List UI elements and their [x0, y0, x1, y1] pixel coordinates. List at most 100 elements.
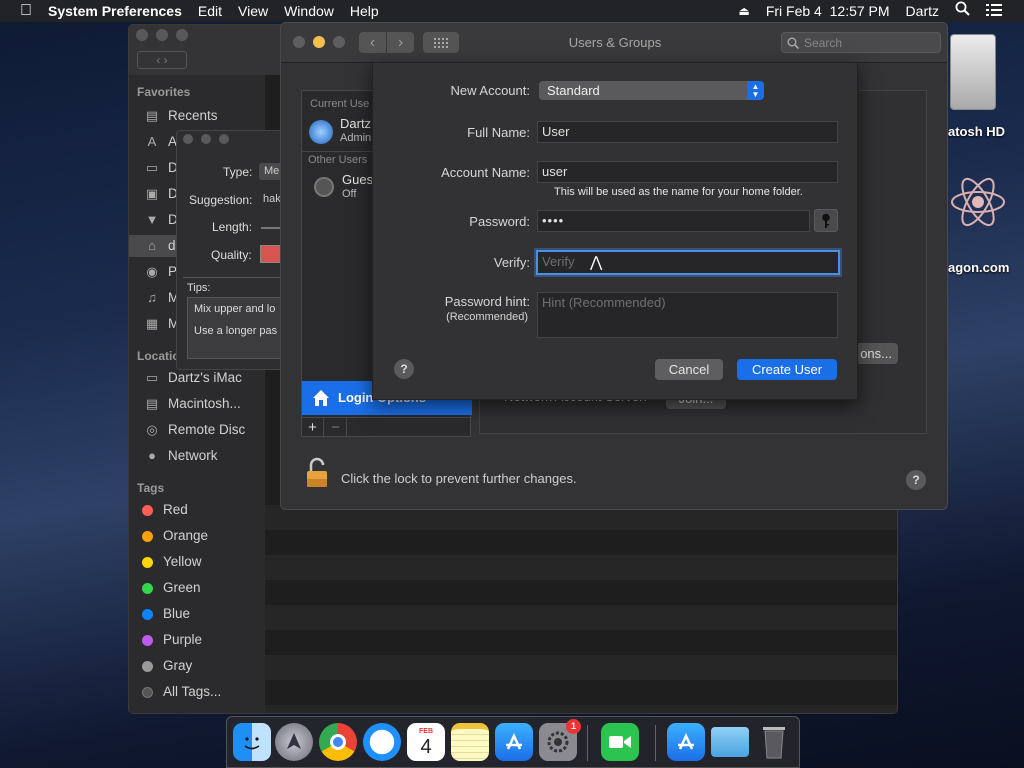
sidebar-item-applications[interactable]: AA: [143, 131, 177, 153]
tag-all-tags[interactable]: All Tags...: [137, 681, 221, 703]
pa-suggestion-label: Suggestion:: [189, 193, 253, 207]
lock-icon[interactable]: [305, 457, 329, 489]
tag-gray[interactable]: Gray: [137, 655, 192, 677]
finder-close-button[interactable]: [136, 29, 148, 41]
tag-red[interactable]: Red: [137, 499, 188, 521]
password-hint-sublabel: (Recommended): [446, 311, 528, 323]
sidebar-item-macintosh-hd[interactable]: ▤ Macintosh...: [143, 393, 241, 415]
downloads-folder-dock-icon[interactable]: [711, 727, 749, 757]
calendar-day: 4: [420, 735, 432, 758]
favorites-header: Favorites: [137, 85, 191, 99]
sidebar-item-recents[interactable]: ▤ Recents: [143, 105, 218, 127]
search-icon: [787, 37, 799, 49]
sidebar-item-pictures[interactable]: ◉ P: [143, 261, 177, 283]
password-field[interactable]: ••••: [537, 210, 810, 232]
full-name-field[interactable]: User: [537, 121, 838, 143]
create-user-button[interactable]: Create User: [737, 359, 837, 380]
system-preferences-dock-icon[interactable]: 1: [539, 719, 581, 761]
sidebar-item-music[interactable]: ♫ M: [143, 287, 179, 309]
notification-center-icon[interactable]: [978, 0, 1024, 22]
pa-close-button[interactable]: [183, 134, 193, 144]
account-name-field[interactable]: user: [537, 161, 838, 183]
camera-icon: ◉: [146, 264, 158, 279]
tag-yellow[interactable]: Yellow: [137, 551, 202, 573]
finder-back-forward[interactable]: ‹ ›: [137, 51, 187, 69]
sidebar-item-movies[interactable]: ▦ M: [143, 313, 179, 335]
remove-user-button[interactable]: −: [325, 418, 347, 438]
guest-avatar-icon: [314, 177, 334, 197]
pa-type-label: Type:: [223, 165, 253, 179]
add-user-button[interactable]: +: [302, 418, 324, 438]
tag-blue[interactable]: Blue: [137, 603, 190, 625]
sheet-help-button[interactable]: ?: [394, 359, 414, 379]
password-hint-field[interactable]: Hint (Recommended): [537, 292, 838, 338]
pa-tip-1: Mix upper and lo: [194, 303, 276, 315]
menu-edit[interactable]: Edit: [190, 0, 230, 22]
menu-window[interactable]: Window: [276, 0, 342, 22]
ug-help-button[interactable]: ?: [906, 470, 926, 490]
hard-drive-icon[interactable]: [950, 34, 996, 110]
app-store-folder-dock-icon[interactable]: [667, 723, 705, 761]
finder-minimize-button[interactable]: [156, 29, 168, 41]
web-location-label[interactable]: agon.com: [948, 260, 1009, 275]
menu-datetime[interactable]: Fri Feb 4 12:57 PM: [758, 0, 898, 22]
current-user-name: Dartz: [340, 116, 372, 131]
spotlight-icon[interactable]: [947, 0, 978, 22]
red-tag-dot: [142, 504, 153, 516]
tag-purple[interactable]: Purple: [137, 629, 202, 651]
hard-drive-label[interactable]: atosh HD: [948, 124, 1005, 139]
calendar-dock-icon[interactable]: FEB 4: [407, 723, 445, 761]
cancel-button[interactable]: Cancel: [655, 359, 723, 380]
notes-dock-icon[interactable]: [451, 723, 489, 761]
facetime-dock-icon[interactable]: [601, 723, 639, 761]
list-stripe: [265, 705, 897, 713]
other-users-header: Other Users: [308, 154, 368, 166]
launchpad-dock-icon[interactable]: [275, 723, 313, 761]
finder-zoom-button[interactable]: [176, 29, 188, 41]
menu-app-name[interactable]: System Preferences: [40, 0, 190, 22]
sidebar-item-downloads[interactable]: ▼ D: [143, 209, 178, 231]
pa-length-label: Length:: [212, 220, 253, 234]
sidebar-item-documents[interactable]: ▣ D: [143, 183, 178, 205]
chrome-dock-icon[interactable]: [319, 723, 357, 761]
orange-tag-dot: [142, 530, 153, 542]
menu-help[interactable]: Help: [342, 0, 387, 22]
verify-field[interactable]: Verify ⋀: [536, 250, 840, 275]
purple-tag-dot: [142, 634, 153, 646]
web-location-icon[interactable]: [948, 172, 1008, 232]
current-user-role: Admin: [340, 132, 372, 144]
password-label: Password:: [469, 214, 530, 229]
gray-tag-dot: [142, 660, 153, 672]
search-placeholder: Search: [804, 36, 843, 50]
current-user-header: Current Use: [310, 98, 370, 110]
apple-menu-icon[interactable]: : [0, 0, 40, 22]
tag-orange[interactable]: Orange: [137, 525, 208, 547]
pa-minimize-button[interactable]: [201, 134, 211, 144]
safari-dock-icon[interactable]: [363, 723, 401, 761]
account-name-note: This will be used as the name for your h…: [554, 186, 803, 198]
finder-dock-icon[interactable]: [233, 723, 271, 761]
all-tags-dot: [142, 686, 153, 698]
pa-zoom-button[interactable]: [219, 134, 229, 144]
password-assistant-window: Type: Me Suggestion: hak Length: Quality…: [176, 130, 286, 370]
sidebar-item-remote-disc[interactable]: ◎ Remote Disc: [143, 419, 245, 441]
network-globe-icon: ●: [148, 448, 156, 463]
trash-dock-icon[interactable]: [755, 723, 793, 761]
password-assistant-key-button[interactable]: [814, 209, 838, 232]
account-type-select[interactable]: Standard ▲ ▼: [539, 81, 764, 100]
eject-icon[interactable]: ⏏: [730, 0, 757, 22]
menu-bar:  System Preferences Edit View Window He…: [0, 0, 1024, 22]
sidebar-item-network[interactable]: ● Network: [143, 445, 217, 467]
dock-separator: [655, 725, 656, 761]
ug-search-field[interactable]: Search: [781, 32, 941, 53]
app-store-dock-icon[interactable]: [495, 723, 533, 761]
menu-view[interactable]: View: [230, 0, 276, 22]
menu-user[interactable]: Dartz: [898, 0, 947, 22]
tag-green[interactable]: Green: [137, 577, 201, 599]
key-icon: [822, 213, 830, 228]
users-list-toolbar: + −: [302, 417, 472, 438]
hint-placeholder: Hint (Recommended): [542, 295, 666, 310]
sidebar-item-desktop[interactable]: ▭ D: [143, 157, 178, 179]
sidebar-item-imac[interactable]: ▭ Dartz's iMac: [143, 367, 242, 389]
dock-separator: [587, 725, 588, 761]
